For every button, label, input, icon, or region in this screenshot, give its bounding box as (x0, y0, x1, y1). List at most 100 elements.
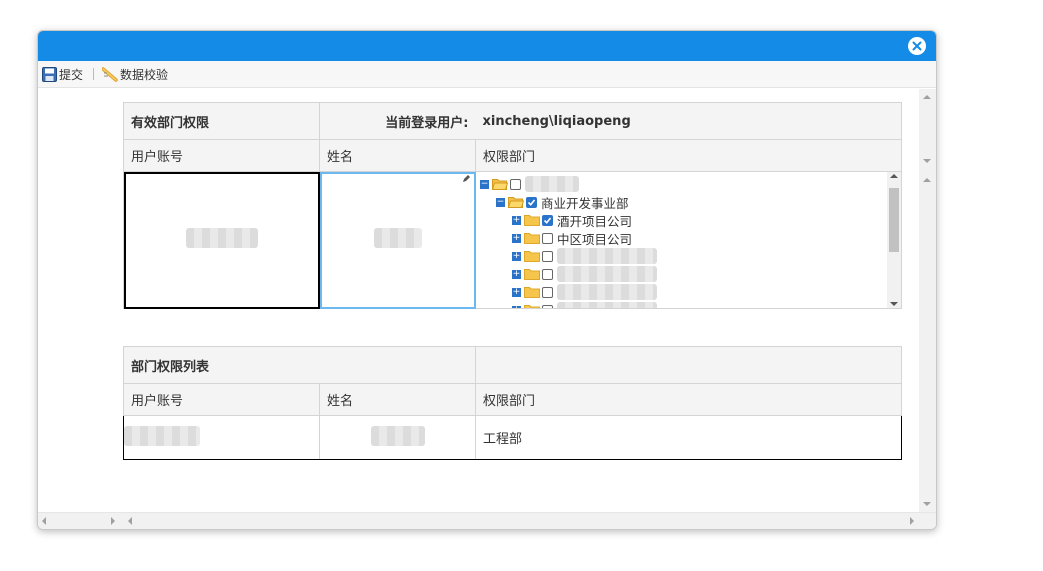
folder-icon (524, 305, 540, 308)
expand-icon[interactable]: + (512, 251, 521, 261)
department-tree[interactable]: −− 商业开发事业部 + 酒开项目公司 + 中区项目公司 + + + + (476, 172, 887, 308)
validate-label: 数据校验 (120, 67, 169, 82)
blurred-row-account (124, 425, 200, 446)
folder-open-icon (492, 179, 508, 190)
tree-node[interactable]: + (476, 283, 887, 301)
folder-icon (524, 233, 540, 244)
col-header-department: 权限部门 (475, 139, 902, 172)
tree-checkbox[interactable] (542, 268, 553, 280)
submit-button[interactable]: 提交 (40, 64, 85, 84)
folder-icon (524, 215, 540, 226)
permission-list-table: 部门权限列表 用户账号 姓名 权限部门 工程部 (122, 346, 903, 460)
tree-folder (524, 304, 542, 308)
effective-permission-table: 有效部门权限 当前登录用户: xincheng\liqiaopeng 用户账号 … (123, 102, 902, 309)
folder-open-icon (508, 197, 524, 208)
tree-folder (524, 250, 542, 262)
list-col-header-name: 姓名 (318, 383, 477, 416)
collapse-icon[interactable]: − (496, 197, 505, 207)
blurred-tree-label (525, 176, 579, 192)
blurred-tree-label (557, 302, 657, 308)
expand-icon[interactable]: + (512, 269, 521, 279)
save-icon (42, 66, 57, 82)
tree-checkbox[interactable] (510, 178, 521, 190)
tree-scroll-down-icon[interactable] (890, 302, 898, 306)
list-col-header-department: 权限部门 (475, 383, 903, 416)
tree-checkbox[interactable] (542, 304, 553, 308)
tree-node-label: 酒开项目公司 (557, 213, 633, 229)
blurred-account (185, 228, 258, 248)
tree-node[interactable]: + (476, 301, 887, 308)
expand-icon[interactable]: + (512, 215, 521, 225)
tree-folder (524, 286, 542, 298)
scroll-left-icon-2[interactable] (128, 517, 132, 525)
blurred-tree-label (557, 248, 657, 264)
current-user-value: xincheng\liqiaopeng (475, 102, 902, 140)
close-button[interactable] (908, 37, 926, 55)
dialog-window: 提交 数据校验 有效部门权限 当前登录用户: xincheng\liqiaope… (37, 30, 937, 530)
blurred-tree-label (557, 284, 657, 300)
tree-checkbox[interactable] (542, 232, 553, 244)
tree-checkbox[interactable] (542, 250, 553, 262)
tree-folder (508, 196, 526, 208)
row-account[interactable] (123, 415, 320, 460)
scroll-down-icon[interactable] (923, 159, 931, 163)
expand-icon[interactable]: + (512, 287, 521, 297)
list-col-header-account: 用户账号 (123, 383, 320, 416)
content-horizontal-scrollbar[interactable] (38, 512, 936, 529)
current-user-label: 当前登录用户: (319, 102, 476, 140)
blurred-tree-label (557, 266, 657, 282)
tree-node[interactable]: + 中区项目公司 (476, 229, 887, 247)
tree-checkbox[interactable] (542, 214, 553, 226)
pencil-icon[interactable] (462, 174, 471, 183)
row-department[interactable]: 工程部 (475, 415, 903, 460)
expand-icon[interactable]: + (512, 305, 521, 308)
row-name[interactable] (318, 415, 477, 460)
section2-title: 部门权限列表 (122, 346, 476, 384)
section2-header-blank (475, 346, 903, 384)
tree-scroll-up-icon[interactable] (890, 174, 898, 178)
tree-folder (524, 214, 542, 226)
validate-button[interactable]: 数据校验 (100, 64, 170, 84)
ruler-pencil-icon (102, 66, 118, 82)
folder-icon (524, 287, 540, 298)
scroll-up-icon[interactable] (923, 95, 931, 99)
tree-node-label: 中区项目公司 (557, 231, 633, 247)
content-vertical-scrollbar[interactable] (919, 89, 936, 514)
table-row[interactable]: 工程部 (123, 415, 903, 460)
scroll-up-icon-2[interactable] (923, 178, 931, 182)
tree-node[interactable]: − (476, 175, 887, 193)
expand-icon[interactable]: + (512, 233, 521, 243)
tree-checkbox[interactable] (526, 196, 537, 208)
blurred-name (373, 228, 422, 248)
scroll-right-icon-2[interactable] (910, 517, 914, 525)
account-cell[interactable] (123, 171, 320, 309)
tree-node[interactable]: + 酒开项目公司 (476, 211, 887, 229)
content-area: 有效部门权限 当前登录用户: xincheng\liqiaopeng 用户账号 … (38, 89, 920, 514)
folder-icon (524, 251, 540, 262)
tree-checkbox[interactable] (542, 286, 553, 298)
scroll-left-icon[interactable] (42, 517, 46, 525)
section1-title: 有效部门权限 (123, 102, 320, 140)
scroll-right-icon[interactable] (111, 517, 115, 525)
tree-node[interactable]: + (476, 265, 887, 283)
tree-node[interactable]: + (476, 247, 887, 265)
tree-scroll-thumb[interactable] (889, 188, 899, 252)
submit-label: 提交 (59, 67, 84, 82)
toolbar-separator (93, 68, 95, 80)
dialog-titlebar[interactable] (38, 31, 936, 61)
collapse-icon[interactable]: − (480, 179, 489, 189)
tree-node-label: 商业开发事业部 (541, 195, 629, 211)
close-icon (912, 41, 922, 51)
blurred-row-name (370, 425, 425, 446)
scroll-down-icon-2[interactable] (923, 502, 931, 506)
tree-folder (492, 178, 510, 190)
tree-folder (524, 232, 542, 244)
col-header-account: 用户账号 (123, 139, 320, 172)
tree-folder (524, 268, 542, 280)
tree-scrollbar[interactable] (887, 172, 901, 308)
name-cell[interactable] (319, 171, 476, 309)
department-tree-cell[interactable]: −− 商业开发事业部 + 酒开项目公司 + 中区项目公司 + + + + (475, 171, 902, 309)
tree-node[interactable]: − 商业开发事业部 (476, 193, 887, 211)
toolbar: 提交 数据校验 (38, 61, 936, 88)
col-header-name: 姓名 (319, 139, 476, 172)
